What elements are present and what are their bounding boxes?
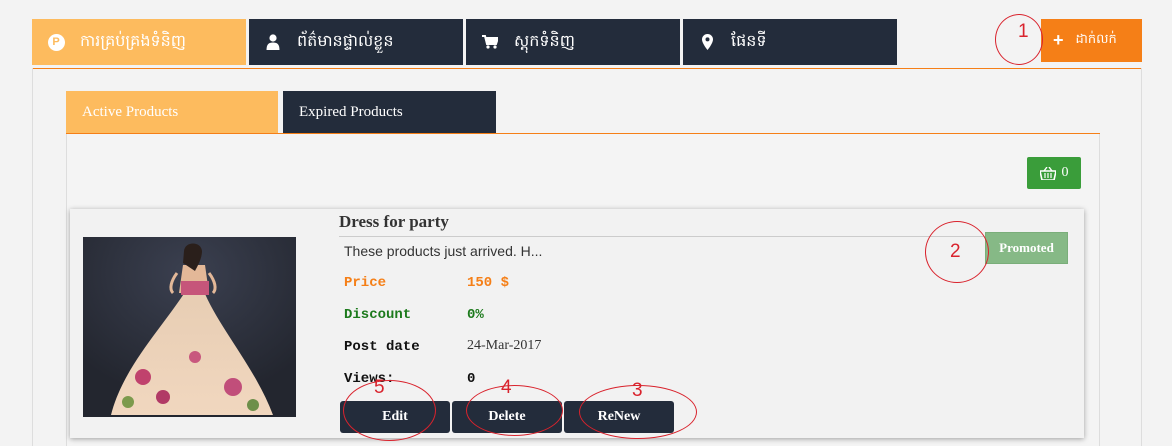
- tab-product-management[interactable]: P ការគ្រប់គ្រងទំនិញ: [32, 19, 246, 65]
- annotation-number-2: 2: [950, 241, 961, 262]
- divider: [32, 68, 1142, 69]
- price-value: 150 $: [467, 275, 510, 291]
- tab-label: ការគ្រប់គ្រងទំនិញ: [80, 31, 187, 50]
- tab-label: ផែនទី: [731, 31, 767, 50]
- coin-icon: P: [46, 33, 66, 51]
- page: P ការគ្រប់គ្រងទំនិញ ព័ត៌មានផ្ទាល់ខ្លួន ស…: [0, 0, 1172, 446]
- annotation-circle-5: [343, 380, 436, 441]
- plus-icon: +: [1053, 30, 1064, 50]
- frame-border: [32, 68, 33, 446]
- tab-stock[interactable]: ស្តុកទំនិញ: [466, 19, 680, 65]
- annotation-number-4: 4: [501, 377, 512, 398]
- basket-button[interactable]: 0: [1027, 157, 1081, 189]
- views-value: 0: [467, 371, 476, 387]
- top-nav: P ការគ្រប់គ្រងទំនិញ ព័ត៌មានផ្ទាល់ខ្លួន ស…: [32, 19, 900, 65]
- tab-personal-info[interactable]: ព័ត៌មានផ្ទាល់ខ្លួន: [249, 19, 463, 65]
- tab-label: ស្តុកទំនិញ: [514, 31, 575, 50]
- post-date-label: Post date: [344, 339, 420, 355]
- price-label: Price: [344, 275, 387, 291]
- promoted-badge[interactable]: Promoted: [985, 232, 1068, 264]
- frame-border: [1141, 68, 1142, 446]
- post-date-value: 24-Mar-2017: [467, 338, 542, 353]
- tab-active-products[interactable]: Active Products: [66, 91, 278, 134]
- product-image[interactable]: [83, 237, 296, 417]
- add-product-button[interactable]: + ដាក់លក់: [1041, 19, 1142, 62]
- tab-label: ព័ត៌មានផ្ទាល់ខ្លួន: [297, 31, 394, 50]
- map-marker-icon: [697, 34, 717, 50]
- tab-map[interactable]: ផែនទី: [683, 19, 897, 65]
- user-icon: [263, 34, 283, 50]
- product-title[interactable]: Dress for party: [339, 212, 449, 232]
- annotation-number-3: 3: [632, 380, 643, 401]
- basket-icon: [1039, 166, 1056, 180]
- cart-icon: [480, 35, 500, 49]
- discount-label: Discount: [344, 307, 412, 323]
- add-button-label: ដាក់លក់: [1075, 32, 1117, 47]
- tab-expired-products[interactable]: Expired Products: [283, 91, 496, 134]
- discount-value: 0%: [467, 307, 484, 323]
- annotation-number-1: 1: [1018, 21, 1029, 42]
- annotation-circle-4: [466, 385, 563, 436]
- product-description: These products just arrived. H...: [344, 243, 543, 259]
- basket-count: 0: [1061, 165, 1069, 180]
- annotation-number-5: 5: [374, 377, 385, 398]
